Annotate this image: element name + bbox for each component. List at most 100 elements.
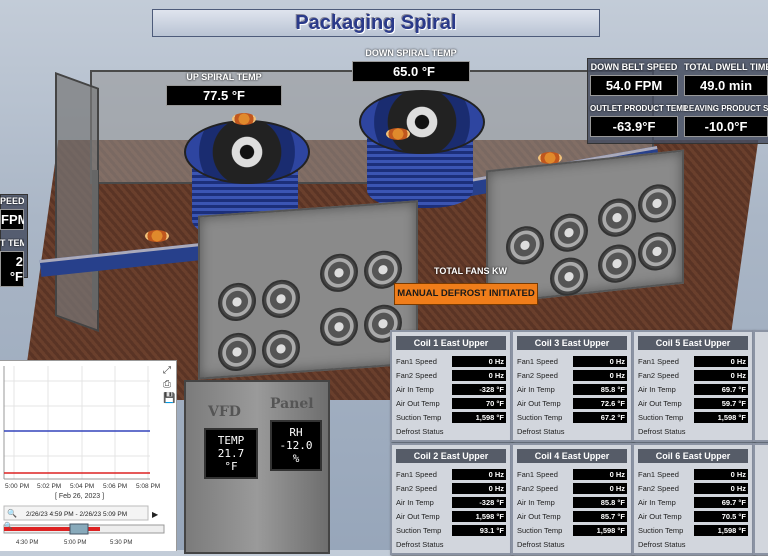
coil-row-label: Air In Temp xyxy=(396,497,434,507)
navigator-zoom-icon[interactable]: 🔍 xyxy=(4,521,13,530)
fan-icon xyxy=(218,331,256,373)
coil-row-value[interactable]: 0 Hz xyxy=(694,482,748,494)
up-spiral-temp: UP SPIRAL TEMP 77.5 °F xyxy=(166,72,282,106)
zoom-icon: 🔍 xyxy=(7,508,17,518)
coil-row-value[interactable]: 0 Hz xyxy=(452,482,506,494)
coil-card-row: Fan1 Speed 0 Hz xyxy=(513,467,631,481)
coil-card-row: Air In Temp 69.7 °F xyxy=(634,382,752,396)
navigator-tick: 5:30 PM xyxy=(110,540,132,546)
fan-icon xyxy=(506,224,544,267)
range-control[interactable]: 🔍 2/26/23 4:59 PM - 2/26/23 5:09 PM xyxy=(3,505,149,521)
coil-row-label: Fan1 Speed xyxy=(638,356,679,366)
coil-row-value[interactable]: 1,598 °F xyxy=(694,524,748,536)
total-dwell-time-label: TOTAL DWELL TIME xyxy=(684,62,768,72)
coil-row-label: Suction Temp xyxy=(638,525,684,535)
left-belt-speed-value[interactable]: FPM xyxy=(0,209,24,230)
down-spiral xyxy=(355,80,485,210)
fan-icon xyxy=(598,196,636,239)
coil-row-value[interactable]: 67.2 °F xyxy=(573,411,627,423)
coil-row-label: Fan2 Speed xyxy=(638,370,679,380)
coil-row-value[interactable]: 1,598 °F xyxy=(452,510,506,522)
coil-row-value[interactable]: 0 Hz xyxy=(694,369,748,381)
coil-card-title: Coil 3 East Upper xyxy=(517,336,627,350)
coil-row-value[interactable]: 93.1 °F xyxy=(452,524,506,536)
coil-card-row: Fan1 Speed 0 Hz xyxy=(634,467,752,481)
coil-card-row: Air In Temp -328 °F xyxy=(392,495,510,509)
outlet-product-temp-label: OUTLET PRODUCT TEMP xyxy=(590,104,689,113)
trend-chart-svg: 5:00 PM 5:02 PM 5:04 PM 5:06 PM 5:08 PM … xyxy=(3,366,165,546)
coil-row-value[interactable]: 0 Hz xyxy=(694,355,748,367)
cabinet-temp-display: TEMP 21.7 °F xyxy=(204,428,258,479)
up-spiral-temp-label: UP SPIRAL TEMP xyxy=(186,72,262,82)
coil-card-title: Coil 6 East Upper xyxy=(638,449,748,463)
coil-row-label: Defrost Status xyxy=(396,426,444,436)
leaving-product-temp-value[interactable]: -10.0°F xyxy=(684,116,768,137)
coil-card-row: Fan1 Speed 0 Hz xyxy=(392,467,510,481)
coil-row-label: Fan1 Speed xyxy=(517,356,558,366)
left-product-temp-value[interactable]: 2 °F xyxy=(0,251,24,287)
coil-row-value[interactable]: 0 Hz xyxy=(573,355,627,367)
coil-row-value[interactable]: 0 Hz xyxy=(694,468,748,480)
coil-card-clipped xyxy=(753,443,768,555)
coil-row-value[interactable]: -328 °F xyxy=(452,383,506,395)
navigator-tick: 5:00 PM xyxy=(64,540,86,546)
coil-row-value[interactable]: 1,598 °F xyxy=(573,524,627,536)
coil-card-row: Air Out Temp 59.7 °F xyxy=(634,396,752,410)
coil-row-value[interactable]: -328 °F xyxy=(452,496,506,508)
coil-row-value[interactable]: 1,598 °F xyxy=(694,411,748,423)
coil-row-value[interactable]: 72.6 °F xyxy=(573,397,627,409)
coil-row-value[interactable]: 0 Hz xyxy=(573,468,627,480)
cabinet-rh-value: -12.0 % xyxy=(279,439,313,465)
coil-row-value[interactable]: 70 °F xyxy=(452,397,506,409)
coil-row-label: Air In Temp xyxy=(517,497,555,507)
coil-card-title: Coil 5 East Upper xyxy=(638,336,748,350)
fan-icon xyxy=(638,182,676,225)
coil-row-value xyxy=(694,539,748,550)
coil-row-value[interactable]: 0 Hz xyxy=(452,355,506,367)
vfd-panel-cabinet: VFD Panel TEMP 21.7 °F RH -12.0 % xyxy=(184,380,330,554)
play-icon[interactable]: ▶ xyxy=(152,510,159,519)
fan-icon xyxy=(598,242,636,285)
coil-row-value[interactable]: 70.5 °F xyxy=(694,510,748,522)
coil-row-value[interactable]: 0 Hz xyxy=(573,482,627,494)
leaving-product-temp-label: LEAVING PRODUCT S xyxy=(684,104,768,113)
coil-row-label: Defrost Status xyxy=(517,426,565,436)
coil-row-value[interactable]: 0 Hz xyxy=(452,468,506,480)
coil-card-row: Defrost Status xyxy=(392,537,510,551)
coil-row-value[interactable]: 85.8 °F xyxy=(573,496,627,508)
save-icon[interactable]: 💾 xyxy=(163,393,175,404)
coil-card-row: Defrost Status xyxy=(392,424,510,438)
outlet-product-temp-value[interactable]: -63.9°F xyxy=(590,116,678,137)
left-product-temp: T TEMP 2 °F xyxy=(0,238,24,287)
left-product-temp-label: T TEMP xyxy=(0,238,24,248)
coil-row-value[interactable]: 0 Hz xyxy=(452,369,506,381)
coil-row-value[interactable]: 69.7 °F xyxy=(694,383,748,395)
coil-row-value[interactable]: 1,598 °F xyxy=(452,411,506,423)
coil-row-label: Defrost Status xyxy=(517,539,565,549)
leaving-product-temp: LEAVING PRODUCT S -10.0°F xyxy=(684,104,768,137)
coil-row-label: Fan2 Speed xyxy=(638,483,679,493)
coil-row-label: Air Out Temp xyxy=(396,511,440,521)
manual-defrost-banner[interactable]: MANUAL DEFROST INITIATED xyxy=(394,283,538,305)
expand-icon[interactable]: ⤢ xyxy=(163,365,171,376)
range-text: 2/26/23 4:59 PM - 2/26/23 5:09 PM xyxy=(26,511,127,518)
coil-card-clipped xyxy=(753,330,768,442)
coil-row-value[interactable]: 59.7 °F xyxy=(694,397,748,409)
pizza-product xyxy=(145,230,169,242)
up-spiral-temp-value[interactable]: 77.5 °F xyxy=(166,85,282,106)
coil-row-value[interactable]: 85.8 °F xyxy=(573,383,627,395)
down-spiral-temp-value[interactable]: 65.0 °F xyxy=(352,61,470,82)
timeline-navigator[interactable] xyxy=(3,523,165,535)
page-title: Packaging Spiral xyxy=(295,12,457,34)
coil-row-value[interactable]: 69.7 °F xyxy=(694,496,748,508)
down-belt-speed-value[interactable]: 54.0 FPM xyxy=(590,75,678,96)
coil-row-label: Air Out Temp xyxy=(517,511,561,521)
coil-card-row: Fan1 Speed 0 Hz xyxy=(392,354,510,368)
fan-icon xyxy=(320,252,358,294)
coil-card-row: Fan2 Speed 0 Hz xyxy=(634,481,752,495)
print-icon[interactable]: ⎙ xyxy=(163,379,171,390)
coil-row-value[interactable]: 85.7 °F xyxy=(573,510,627,522)
total-dwell-time-value[interactable]: 49.0 min xyxy=(684,75,768,96)
coil-row-value[interactable]: 0 Hz xyxy=(573,369,627,381)
x-tick-label: 5:02 PM xyxy=(37,483,61,490)
